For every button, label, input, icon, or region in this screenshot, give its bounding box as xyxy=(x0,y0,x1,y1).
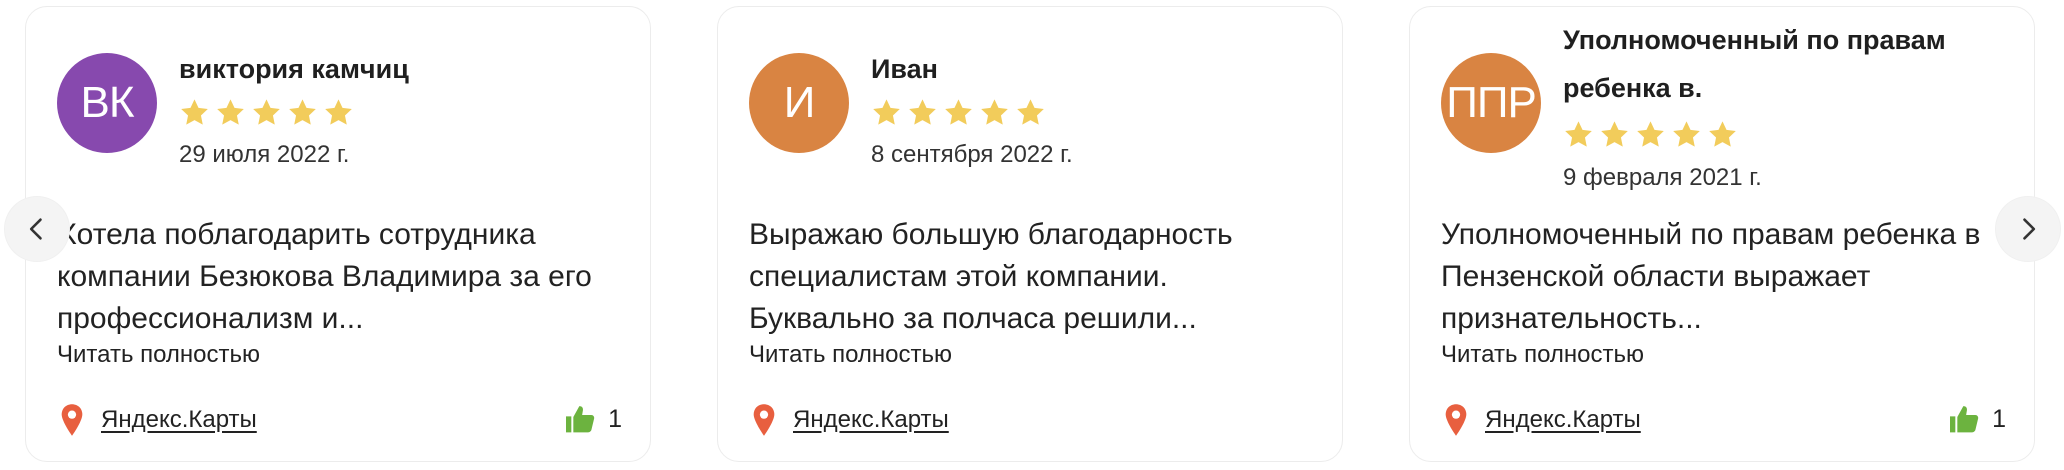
review-text: Хотела поблагодарить сотрудника компании… xyxy=(57,218,592,335)
star-icon xyxy=(1671,119,1702,151)
thumbs-up-icon xyxy=(1948,403,1980,435)
star-icon xyxy=(215,97,246,129)
review-card: ППР Уполномоченный по правам ребенка в. … xyxy=(1409,6,2035,462)
prev-button[interactable] xyxy=(5,197,69,261)
like-button[interactable]: 1 xyxy=(1948,403,2006,435)
chevron-right-icon xyxy=(2014,215,2042,243)
like-count: 1 xyxy=(608,404,622,433)
review-text: Выражаю большую благодарность специалист… xyxy=(749,218,1233,335)
yandex-maps-link[interactable]: Яндекс.Карты xyxy=(101,406,257,434)
author-name: Уполномоченный по правам ребенка в. xyxy=(1563,25,1946,103)
review-date: 29 июля 2022 г. xyxy=(179,141,350,168)
star-icon xyxy=(1635,119,1666,151)
read-more-link[interactable]: Читать полностью xyxy=(749,341,952,369)
source: Яндекс.Карты xyxy=(57,403,257,437)
star-icon xyxy=(323,97,354,129)
rating-stars xyxy=(179,97,354,129)
star-icon xyxy=(251,97,282,129)
source: Яндекс.Карты xyxy=(1441,403,1641,437)
star-icon xyxy=(871,97,902,129)
review-date: 8 сентября 2022 г. xyxy=(871,141,1073,168)
map-pin-icon xyxy=(57,403,87,437)
star-icon xyxy=(1707,119,1738,151)
source: Яндекс.Карты xyxy=(749,403,949,437)
next-button[interactable] xyxy=(1996,197,2060,261)
star-icon xyxy=(287,97,318,129)
chevron-left-icon xyxy=(23,215,51,243)
yandex-maps-link[interactable]: Яндекс.Карты xyxy=(1485,406,1641,434)
read-more-link[interactable]: Читать полностью xyxy=(57,341,260,369)
star-icon xyxy=(1599,119,1630,151)
rating-stars xyxy=(871,97,1046,129)
review-date: 9 февраля 2021 г. xyxy=(1563,164,1762,191)
star-icon xyxy=(1563,119,1594,151)
avatar: И xyxy=(749,53,849,153)
like-count: 1 xyxy=(1992,404,2006,433)
review-card: И Иван 8 сентября 2022 г. Выражаю большу… xyxy=(717,6,1343,462)
star-icon xyxy=(979,97,1010,129)
avatar: ВК xyxy=(57,53,157,153)
author-name: Иван xyxy=(871,54,938,84)
star-icon xyxy=(179,97,210,129)
review-card: ВК виктория камчиц 29 июля 2022 г. Хотел… xyxy=(25,6,651,462)
thumbs-up-icon xyxy=(564,403,596,435)
avatar: ППР xyxy=(1441,53,1541,153)
read-more-link[interactable]: Читать полностью xyxy=(1441,341,1644,369)
star-icon xyxy=(1015,97,1046,129)
yandex-maps-link[interactable]: Яндекс.Карты xyxy=(793,406,949,434)
star-icon xyxy=(907,97,938,129)
author-name: виктория камчиц xyxy=(179,54,409,84)
review-text: Уполномоченный по правам ребенка в Пензе… xyxy=(1441,218,1981,335)
map-pin-icon xyxy=(749,403,779,437)
like-button[interactable]: 1 xyxy=(564,403,622,435)
star-icon xyxy=(943,97,974,129)
map-pin-icon xyxy=(1441,403,1471,437)
rating-stars xyxy=(1563,119,1738,151)
